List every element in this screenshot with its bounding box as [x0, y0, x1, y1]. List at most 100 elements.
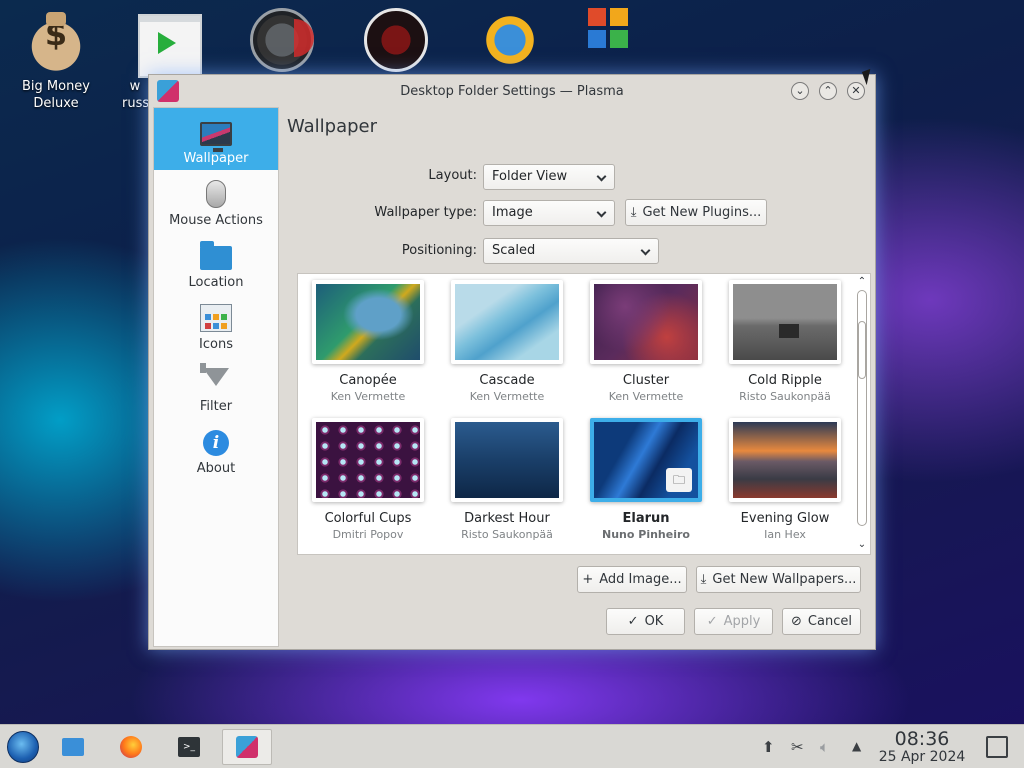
wallpaper-author: Risto Saukonpää	[739, 390, 831, 403]
wallpaper-thumbnail	[455, 422, 559, 498]
sidebar-item-location[interactable]: Location	[154, 232, 278, 294]
wallpaper-author: Dmitri Popov	[332, 528, 404, 541]
add-image-button[interactable]: + Add Image...	[577, 566, 687, 593]
settings-sidebar: Wallpaper Mouse Actions Location Icons F…	[153, 107, 279, 647]
tray-expand-icon[interactable]: ▲	[852, 739, 861, 753]
office-suite-icon	[588, 8, 652, 72]
volume-icon[interactable]: 🔈︎	[820, 738, 829, 756]
terminal-icon: >_	[178, 737, 200, 757]
wallpaper-item-evening-glow[interactable]: Evening Glow Ian Hex	[718, 418, 852, 541]
wallpaper-item-elarun[interactable]: 🗀 Elarun Nuno Pinheiro	[579, 418, 713, 541]
cancel-icon: ⊘	[791, 614, 802, 629]
sidebar-item-wallpaper[interactable]: Wallpaper	[154, 108, 278, 170]
updates-icon[interactable]: ⬆	[762, 738, 775, 756]
clock-time: 08:36	[894, 728, 950, 750]
desktop-icon-red-game[interactable]	[348, 8, 444, 78]
show-desktop-button[interactable]	[986, 736, 1008, 758]
get-new-wallpapers-label: Get New Wallpapers...	[712, 572, 857, 587]
icons-grid-icon	[200, 304, 232, 332]
page-title: Wallpaper	[287, 116, 378, 137]
sidebar-item-label: Location	[188, 275, 244, 290]
positioning-label: Positioning:	[401, 243, 477, 258]
sidebar-item-mouse-actions[interactable]: Mouse Actions	[154, 170, 278, 232]
speedometer-icon	[250, 8, 314, 72]
wallpaper-item-cascade[interactable]: Cascade Ken Vermette	[440, 280, 574, 403]
scroll-down-icon[interactable]: ⌄	[857, 540, 867, 550]
money-bag-icon	[24, 8, 88, 72]
clock[interactable]: 08:36 25 Apr 2024	[874, 729, 970, 765]
apply-button[interactable]: ✓ Apply	[694, 608, 773, 635]
wallpaper-item-colorful-cups[interactable]: Colorful Cups Dmitri Popov	[301, 418, 435, 541]
positioning-select[interactable]: Scaled	[483, 238, 659, 264]
settings-window: Desktop Folder Settings — Plasma ⌄ ⌃ ✕ W…	[148, 74, 876, 650]
minimize-button[interactable]: ⌄	[791, 82, 809, 100]
wallpaper-scrollbar[interactable]: ⌃ ⌄	[854, 274, 870, 554]
wallpaper-name: Elarun	[622, 511, 670, 526]
desktop-icon-office[interactable]	[572, 8, 668, 78]
wallpaper-type-select[interactable]: Image	[483, 200, 615, 226]
taskbar-settings-window[interactable]	[222, 729, 272, 765]
sidebar-item-icons[interactable]: Icons	[154, 294, 278, 356]
sidebar-item-label: About	[196, 461, 236, 476]
taskbar-file-manager[interactable]	[50, 729, 96, 765]
desktop-icon-sun-globe[interactable]	[462, 8, 558, 78]
wallpaper-item-darkest-hour[interactable]: Darkest Hour Risto Saukonpää	[440, 418, 574, 541]
wallpaper-author: Ian Hex	[764, 528, 806, 541]
scroll-thumb[interactable]	[858, 321, 866, 379]
start-orb-icon	[7, 731, 39, 763]
scroll-track[interactable]	[857, 290, 867, 526]
sidebar-item-filter[interactable]: Filter	[154, 356, 278, 418]
wallpaper-item-canopee[interactable]: Canopée Ken Vermette	[301, 280, 435, 403]
clipboard-scissors-icon[interactable]: ✂	[791, 738, 804, 756]
scroll-up-icon[interactable]: ⌃	[857, 277, 867, 287]
wallpaper-name: Cold Ripple	[748, 373, 822, 388]
red-circle-game-icon	[364, 8, 428, 72]
get-new-plugins-button[interactable]: ⤓ Get New Plugins...	[625, 199, 767, 226]
wallpaper-thumbnail	[455, 284, 559, 360]
desktop-icon-label: w russ	[122, 79, 148, 111]
get-new-plugins-label: Get New Plugins...	[642, 205, 762, 220]
open-folder-icon[interactable]: 🗀	[666, 468, 692, 492]
plasma-settings-icon	[236, 736, 258, 758]
sun-globe-icon	[478, 8, 542, 72]
close-button[interactable]: ✕	[847, 82, 865, 100]
start-menu-button[interactable]	[0, 729, 46, 765]
wallpaper-thumbnail	[733, 422, 837, 498]
wallpaper-item-cold-ripple[interactable]: Cold Ripple Risto Saukonpää	[718, 280, 852, 403]
wallpaper-item-cluster[interactable]: Cluster Ken Vermette	[579, 280, 713, 403]
wallpaper-author: Ken Vermette	[330, 390, 406, 403]
wallpaper-type-label: Wallpaper type:	[374, 205, 477, 220]
sidebar-item-about[interactable]: i About	[154, 418, 278, 480]
sidebar-item-label: Filter	[199, 399, 233, 414]
info-icon: i	[203, 430, 229, 456]
wallpaper-name: Canopée	[339, 373, 397, 388]
ok-button[interactable]: ✓ OK	[606, 608, 685, 635]
get-new-wallpapers-button[interactable]: ⤓ Get New Wallpapers...	[696, 566, 861, 593]
download-icon: ⤓	[630, 205, 637, 220]
firefox-icon	[120, 736, 142, 758]
layout-select[interactable]: Folder View	[483, 164, 615, 190]
desktop-icon-speedometer[interactable]	[234, 8, 330, 78]
title-bar[interactable]: Desktop Folder Settings — Plasma ⌄ ⌃ ✕	[149, 75, 875, 107]
funnel-icon	[203, 364, 229, 394]
taskbar: >_ ⬆ ✂ 🔈︎ ▲ 08:36 25 Apr 2024	[0, 724, 1024, 768]
monitor-icon	[200, 122, 232, 152]
ok-label: OK	[644, 614, 664, 629]
cancel-button[interactable]: ⊘ Cancel	[782, 608, 861, 635]
layout-label: Layout:	[428, 168, 477, 183]
taskbar-firefox[interactable]	[108, 729, 154, 765]
wallpaper-name: Cascade	[479, 373, 535, 388]
apply-label: Apply	[723, 614, 761, 629]
wallpaper-thumbnail	[316, 422, 420, 498]
wallpaper-author: Ken Vermette	[469, 390, 545, 403]
check-icon: ✓	[627, 614, 639, 629]
check-icon: ✓	[706, 614, 718, 629]
wallpaper-thumbnail	[594, 284, 698, 360]
desktop-icon-big-money-deluxe[interactable]: Big Money Deluxe	[8, 8, 104, 112]
taskbar-terminal[interactable]: >_	[166, 729, 212, 765]
wallpaper-thumbnail	[316, 284, 420, 360]
mouse-icon	[206, 180, 226, 208]
maximize-button[interactable]: ⌃	[819, 82, 837, 100]
settings-content: Wallpaper Layout: Folder View Wallpaper …	[287, 107, 871, 649]
wallpaper-thumbnail	[733, 284, 837, 360]
